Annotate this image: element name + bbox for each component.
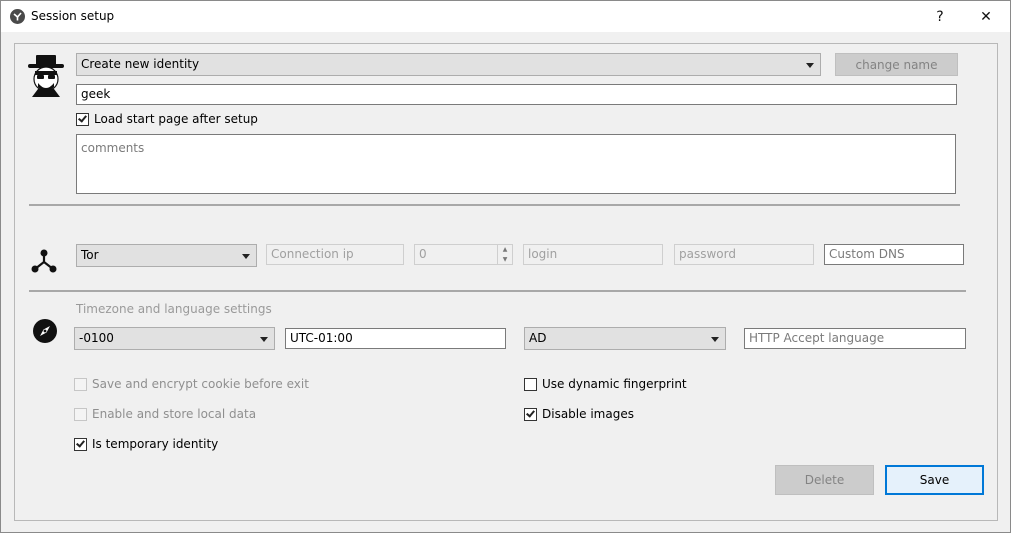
chevron-down-icon [806, 63, 814, 68]
compass-icon [32, 318, 58, 344]
load-start-page-label: Load start page after setup [94, 112, 258, 126]
timezone-section-label: Timezone and language settings [76, 302, 272, 316]
local-data-label: Enable and store local data [92, 407, 257, 421]
comments-field[interactable]: comments [76, 134, 956, 194]
checkbox-box [76, 112, 89, 126]
accept-language-placeholder: HTTP Accept language [749, 331, 885, 345]
identity-separator [29, 204, 960, 206]
help-button[interactable]: ? [917, 1, 963, 32]
chevron-down-icon [260, 337, 268, 342]
check-mark-icon [76, 437, 85, 448]
connection-type-selector[interactable]: Tor [76, 244, 257, 267]
connection-separator [29, 290, 966, 292]
chevron-down-icon [711, 337, 719, 342]
network-nodes-icon [31, 247, 57, 273]
port-value: 0 [419, 247, 427, 261]
checkbox-box [524, 377, 537, 391]
check-mark-icon [78, 112, 87, 123]
identity-selector[interactable]: Create new identity [76, 53, 821, 76]
connection-ip-field[interactable]: Connection ip [266, 244, 404, 265]
temporary-identity-checkbox[interactable]: Is temporary identity [74, 437, 218, 451]
connection-type-value: Tor [81, 248, 99, 262]
delete-button[interactable]: Delete [775, 465, 874, 495]
password-placeholder: password [679, 247, 736, 261]
timezone-offset-value: -0100 [79, 331, 114, 345]
accept-language-field[interactable]: HTTP Accept language [744, 328, 966, 349]
password-field[interactable]: password [674, 244, 814, 265]
chevron-down-icon [242, 254, 250, 259]
login-placeholder: login [528, 247, 558, 261]
close-button[interactable]: ✕ [963, 1, 1009, 32]
change-name-button[interactable]: change name [835, 53, 958, 76]
country-value: AD [529, 331, 547, 345]
load-start-page-checkbox[interactable]: Load start page after setup [76, 112, 258, 126]
temporary-identity-label: Is temporary identity [92, 437, 219, 451]
checkbox-box [524, 407, 537, 421]
comments-placeholder: comments [81, 141, 145, 155]
disable-images-checkbox[interactable]: Disable images [524, 407, 634, 421]
check-mark-icon [526, 407, 535, 418]
spin-down-icon[interactable]: ▼ [498, 255, 512, 265]
title-bar[interactable]: Session setup ? ✕ [1, 1, 1010, 32]
session-setup-window: Session setup ? ✕ Create new identity ch… [0, 0, 1011, 533]
checkbox-box [74, 377, 87, 391]
checkbox-box [74, 407, 87, 421]
identity-name-field[interactable]: geek [76, 84, 957, 105]
app-logo-icon [10, 9, 25, 24]
dynamic-fingerprint-checkbox[interactable]: Use dynamic fingerprint [524, 377, 687, 391]
timezone-offset-selector[interactable]: -0100 [74, 327, 275, 350]
hat-man-avatar-icon [26, 53, 66, 97]
port-stepper-buttons[interactable]: ▲ ▼ [497, 245, 512, 264]
utc-field[interactable]: UTC-01:00 [285, 328, 506, 349]
connection-ip-placeholder: Connection ip [271, 247, 354, 261]
identity-selector-value: Create new identity [81, 57, 200, 71]
save-cookie-checkbox[interactable]: Save and encrypt cookie before exit [74, 377, 309, 391]
country-selector[interactable]: AD [524, 327, 726, 350]
login-field[interactable]: login [523, 244, 663, 265]
save-button[interactable]: Save [885, 465, 984, 495]
custom-dns-placeholder: Custom DNS [829, 247, 905, 261]
save-cookie-label: Save and encrypt cookie before exit [92, 377, 309, 391]
dynamic-fingerprint-label: Use dynamic fingerprint [542, 377, 687, 391]
window-title: Session setup [31, 9, 115, 23]
spin-up-icon[interactable]: ▲ [498, 245, 512, 255]
checkbox-box [74, 437, 87, 451]
settings-panel: Create new identity change name geek Loa… [14, 43, 998, 521]
port-stepper[interactable]: 0 ▲ ▼ [414, 244, 513, 265]
custom-dns-field[interactable]: Custom DNS [824, 244, 964, 265]
disable-images-label: Disable images [542, 407, 634, 421]
local-data-checkbox[interactable]: Enable and store local data [74, 407, 256, 421]
